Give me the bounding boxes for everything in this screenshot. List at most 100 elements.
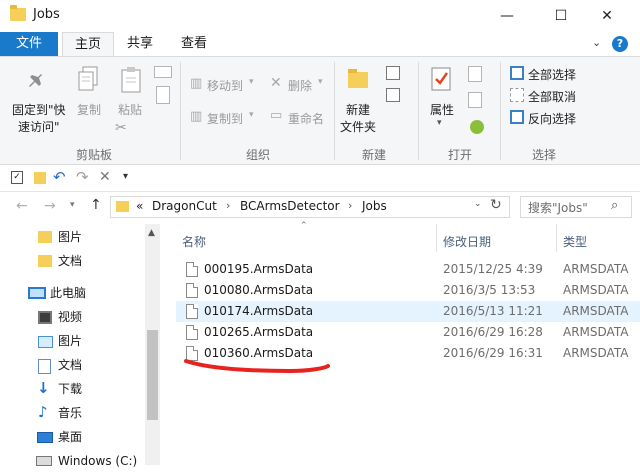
invert-selection-button[interactable]: 反向选择 — [528, 110, 576, 127]
search-placeholder: 搜索"Jobs" — [528, 201, 588, 215]
open-group-label: 打开 — [447, 148, 472, 162]
chevron-right-icon[interactable]: › — [348, 199, 352, 212]
properties-icon[interactable]: ✓ — [11, 171, 23, 184]
scroll-up-icon[interactable]: ▲ — [148, 228, 155, 238]
paste-shortcut-icon[interactable] — [156, 86, 170, 104]
file-name[interactable]: 010265.ArmsData — [204, 322, 313, 343]
file-date: 2016/6/29 16:28 — [443, 325, 543, 339]
chevron-down-icon[interactable]: ⌄ — [474, 199, 482, 209]
move-to-icon: ▥ — [190, 76, 203, 91]
folder-icon[interactable] — [34, 172, 46, 184]
file-type: ARMSDATA — [563, 346, 629, 360]
new-group-label: 新建 — [361, 148, 386, 162]
paste-button-label[interactable]: 粘贴 — [118, 101, 142, 118]
redo-icon[interactable]: ↷ — [76, 168, 89, 186]
file-icon — [186, 262, 198, 277]
column-header-name[interactable]: 名称 — [182, 233, 206, 250]
help-icon[interactable]: ? — [612, 36, 628, 52]
cut-icon[interactable]: ✂ — [115, 120, 127, 136]
nav-item-desktop[interactable]: 桌面 — [58, 426, 82, 448]
move-to-button[interactable]: 移动到 — [207, 77, 243, 94]
back-icon[interactable]: ← — [16, 198, 28, 214]
nav-item-this-pc[interactable]: 此电脑 — [50, 282, 86, 304]
file-type: ARMSDATA — [563, 325, 629, 339]
close-button[interactable]: ✕ — [584, 0, 630, 32]
column-header-type[interactable]: 类型 — [563, 233, 587, 250]
copy-to-icon: ▥ — [190, 109, 203, 124]
sort-indicator-icon: ⌃ — [300, 221, 308, 231]
nav-item-downloads[interactable]: 下载 — [58, 378, 82, 400]
new-item-icon[interactable] — [386, 66, 400, 80]
file-row[interactable]: 010265.ArmsData 2016/6/29 16:28 ARMSDATA — [176, 322, 640, 343]
minimize-button[interactable]: — — [484, 0, 530, 32]
nav-item-documents[interactable]: 文档 — [58, 250, 82, 272]
copy-icon[interactable] — [77, 66, 101, 99]
tab-file[interactable]: 文件 — [0, 32, 58, 56]
chevron-down-icon[interactable]: ⌄ — [592, 36, 601, 49]
open-icon[interactable] — [468, 66, 482, 82]
forward-icon[interactable]: → — [44, 198, 56, 214]
easy-access-icon[interactable] — [386, 88, 400, 102]
tab-share[interactable]: 共享 — [118, 32, 162, 56]
new-folder-icon[interactable] — [346, 66, 372, 95]
refresh-icon[interactable]: ↻ — [490, 197, 502, 213]
rename-icon: ▭ — [270, 108, 283, 123]
up-icon[interactable]: ↑ — [90, 197, 102, 213]
file-row-hover[interactable]: 010174.ArmsData 2016/5/13 11:21 ARMSDATA — [176, 301, 640, 322]
delete-icon[interactable]: ✕ — [99, 169, 111, 185]
maximize-button[interactable]: ☐ — [538, 0, 584, 32]
nav-item-pictures[interactable]: 图片 — [58, 226, 82, 248]
quick-access-toolbar — [0, 166, 640, 192]
invert-selection-icon — [510, 110, 524, 124]
file-row[interactable]: 010080.ArmsData 2016/3/5 13:53 ARMSDATA — [176, 280, 640, 301]
nav-item-documents[interactable]: 文档 — [58, 354, 82, 376]
pictures-icon — [38, 336, 53, 348]
chevron-down-icon[interactable]: ▾ — [70, 200, 75, 210]
organize-group-label: 组织 — [245, 148, 270, 162]
rename-button[interactable]: 重命名 — [288, 110, 324, 127]
pin-button[interactable] — [14, 65, 64, 104]
file-type: ARMSDATA — [563, 304, 629, 318]
paste-icon[interactable] — [120, 66, 146, 99]
column-divider[interactable] — [436, 224, 437, 252]
nav-item-music[interactable]: 音乐 — [58, 402, 82, 424]
delete-button[interactable]: 删除 — [288, 77, 312, 94]
history-icon[interactable] — [470, 120, 484, 134]
video-icon — [38, 311, 52, 324]
breadcrumb-item[interactable]: DragonCut — [152, 199, 217, 213]
folder-icon — [38, 255, 52, 267]
chevron-down-icon: ▾ — [249, 77, 254, 87]
chevron-down-icon[interactable]: ▾ — [123, 171, 128, 182]
edit-icon[interactable] — [468, 92, 482, 108]
breadcrumb-item[interactable]: Jobs — [362, 199, 387, 213]
column-header-date[interactable]: 修改日期 — [443, 233, 491, 250]
properties-icon[interactable] — [430, 66, 454, 97]
chevron-down-icon: ▾ — [249, 110, 254, 120]
undo-icon[interactable]: ↶ — [53, 168, 66, 186]
search-icon[interactable]: ⌕ — [611, 198, 618, 213]
properties-label[interactable]: 属性 — [430, 101, 454, 118]
breadcrumb-overflow[interactable]: « — [136, 199, 143, 213]
copy-path-icon[interactable] — [154, 66, 172, 78]
select-none-button[interactable]: 全部取消 — [528, 88, 576, 105]
chevron-right-icon[interactable]: › — [226, 199, 230, 212]
column-divider[interactable] — [556, 224, 557, 252]
download-icon: ↓ — [37, 379, 50, 397]
file-row[interactable]: 000195.ArmsData 2015/12/25 4:39 ARMSDATA — [176, 259, 640, 280]
tab-view[interactable]: 查看 — [172, 32, 216, 56]
copy-button-label[interactable]: 复制 — [77, 101, 101, 118]
nav-item-videos[interactable]: 视频 — [58, 306, 82, 328]
copy-to-button[interactable]: 复制到 — [207, 110, 243, 127]
select-all-button[interactable]: 全部选择 — [528, 66, 576, 83]
breadcrumb-item[interactable]: BCArmsDetector — [240, 199, 340, 213]
nav-item-pictures[interactable]: 图片 — [58, 330, 82, 352]
file-name[interactable]: 010174.ArmsData — [204, 301, 313, 322]
file-name[interactable]: 010080.ArmsData — [204, 280, 313, 301]
folder-icon — [38, 231, 52, 243]
file-icon — [186, 283, 198, 298]
scrollbar-thumb[interactable] — [147, 330, 158, 420]
tab-home[interactable]: 主页 — [62, 32, 114, 56]
file-name[interactable]: 000195.ArmsData — [204, 259, 313, 280]
nav-item-drive-c[interactable]: Windows (C:) — [58, 450, 137, 472]
file-type: ARMSDATA — [563, 283, 629, 297]
